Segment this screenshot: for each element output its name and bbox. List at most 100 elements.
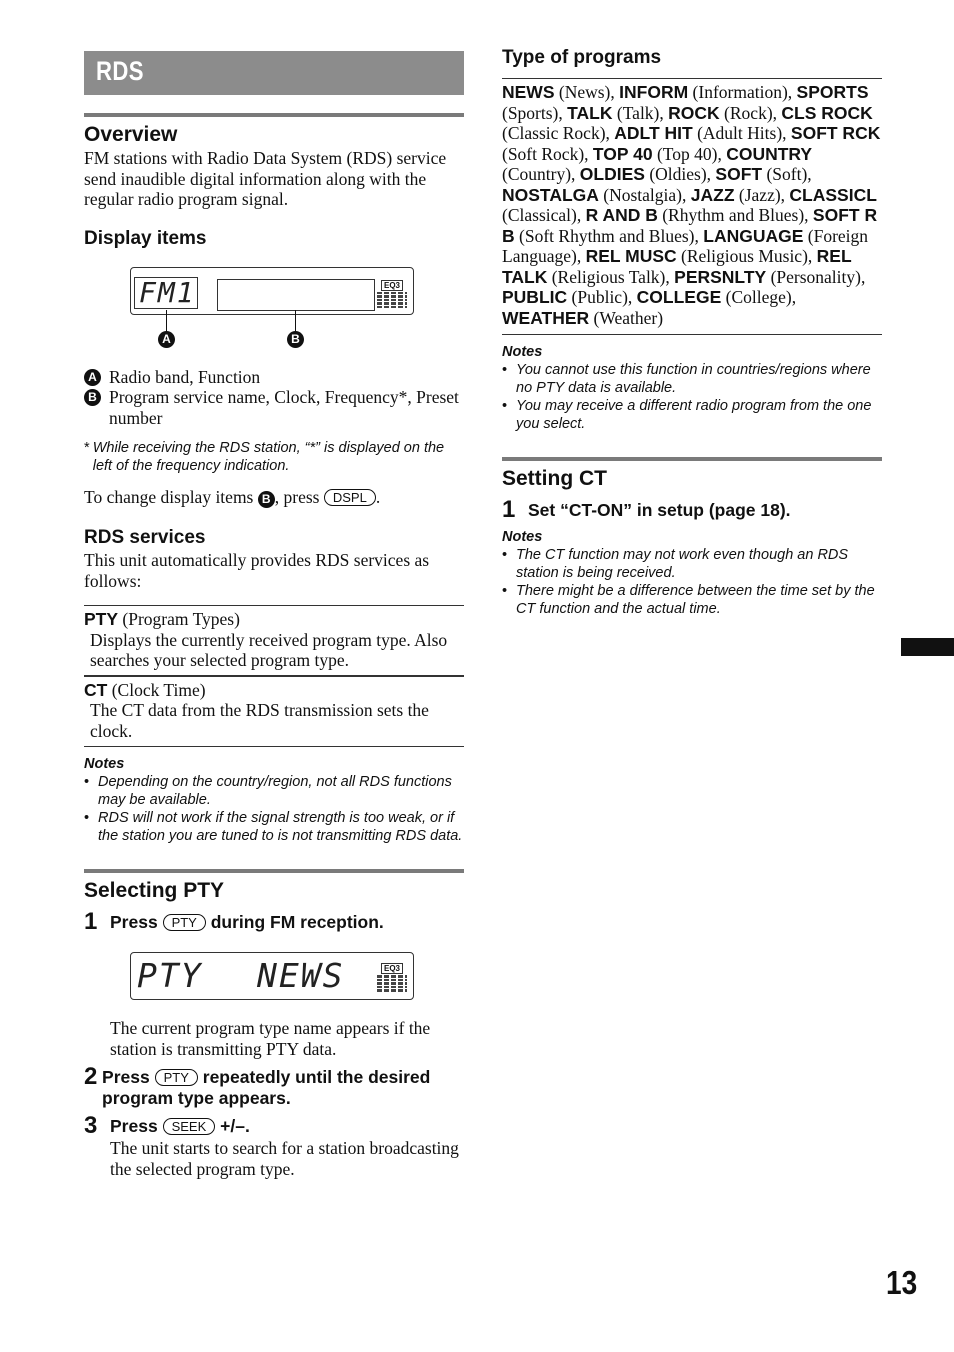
note-item: You may receive a different radio progra… xyxy=(502,397,882,433)
footnote-text: While receiving the RDS station, “*” is … xyxy=(92,440,445,474)
program-code: CLS ROCK xyxy=(781,102,873,123)
step-3: 3 Press SEEK +/–. xyxy=(84,1114,464,1138)
callout-marker-a: A xyxy=(158,330,175,348)
step-text: Set “CT-ON” in setup (page 18). xyxy=(528,500,791,520)
step-text: Press PTY during FM reception. xyxy=(110,912,384,932)
overview-heading: Overview xyxy=(84,123,178,146)
left-column: RDS Overview FM stations with Radio Data… xyxy=(84,51,464,1179)
program-code: OLDIES xyxy=(579,164,645,184)
selecting-pty-heading: Selecting PTY xyxy=(84,879,225,902)
program-name: (Country), xyxy=(502,164,576,184)
program-code: COUNTRY xyxy=(726,143,813,164)
service-desc: Displays the currently received program … xyxy=(90,629,448,671)
rds-notes: Notes Depending on the country/region, n… xyxy=(84,755,464,845)
program-name: (Adult Hits), xyxy=(697,123,787,143)
service-name: (Clock Time) xyxy=(111,679,206,700)
program-code: ROCK xyxy=(668,102,720,123)
rds-services-intro: This unit automatically provides RDS ser… xyxy=(84,550,430,591)
program-code: SOFT xyxy=(715,164,763,184)
program-type-segment-text: NEWS xyxy=(257,956,345,995)
rds-services-heading: RDS services xyxy=(84,527,206,548)
callout-text: Program service name, Clock, Frequency*,… xyxy=(109,387,459,428)
program-name: (Top 40), xyxy=(656,143,722,164)
notes-title: Notes xyxy=(502,344,543,360)
service-code: PTY xyxy=(84,609,119,629)
program-name: (Weather) xyxy=(593,307,664,328)
callout-item: B Program service name, Clock, Frequency… xyxy=(84,387,464,428)
program-code: NEWS xyxy=(502,82,555,102)
program-name: (News), xyxy=(558,82,615,102)
callout-marker-b-inline: B xyxy=(257,491,275,508)
pty-key: PTY xyxy=(154,1069,198,1086)
program-code: INFORM xyxy=(619,82,689,102)
lcd-panel: FM1 EQ3 xyxy=(130,266,414,315)
program-code: WEATHER xyxy=(502,307,590,328)
step-text: Press PTY repeatedly until the desired p… xyxy=(102,1067,431,1108)
chapter-title: RDS xyxy=(96,56,144,86)
program-code: ADLT HIT xyxy=(614,123,693,143)
note-item: RDS will not work if the signal strength… xyxy=(84,809,464,845)
program-code: NOSTALGA xyxy=(502,184,599,205)
section-divider xyxy=(502,457,882,461)
display-items-heading: Display items xyxy=(84,227,207,249)
program-name: (Oldies), xyxy=(649,164,712,184)
eq-indicator: EQ3 xyxy=(377,279,407,310)
chapter-side-tab xyxy=(901,638,954,656)
program-code: PERSNLTY xyxy=(674,266,767,287)
program-name: (Jazz), xyxy=(738,184,786,205)
program-name: (Personality), xyxy=(770,266,866,287)
program-name: (Nostalgia), xyxy=(603,184,687,205)
step-number: 2 xyxy=(84,1063,98,1090)
notes-title: Notes xyxy=(84,756,125,772)
callout-item: A Radio band, Function xyxy=(84,367,464,388)
step-number: 1 xyxy=(502,496,516,523)
callout-marker-a-legend: A xyxy=(84,368,101,386)
program-type-list: NEWS (News), INFORM (Information), SPORT… xyxy=(502,78,882,335)
program-name: (Religious Music), xyxy=(681,246,813,266)
service-item-pty: PTY (Program Types) Displays the current… xyxy=(84,605,464,675)
dspl-key: DSPL xyxy=(323,489,376,506)
program-code: SOFT RCK xyxy=(790,123,881,143)
program-name: (Soft), xyxy=(766,164,812,184)
note-item: You cannot use this function in countrie… xyxy=(502,361,882,397)
callout-marker-b-legend: B xyxy=(84,389,101,406)
service-desc: The CT data from the RDS transmission se… xyxy=(90,700,429,741)
change-display-instruction: To change display items B, press DSPL. xyxy=(84,487,381,508)
footnote-mark: * xyxy=(84,440,90,456)
right-column: Type of programs NEWS (News), INFORM (In… xyxy=(502,44,882,618)
setting-ct-heading: Setting CT xyxy=(502,467,607,490)
program-code: SPORTS xyxy=(796,82,869,102)
program-name: (Sports), xyxy=(502,102,563,123)
note-item: Depending on the country/region, not all… xyxy=(84,773,464,809)
callout-marker-b: B xyxy=(287,330,304,348)
program-code: PUBLIC xyxy=(502,287,568,307)
service-code: CT xyxy=(84,679,108,700)
notes-title: Notes xyxy=(502,529,543,545)
pty-notes: Notes You cannot use this function in co… xyxy=(502,343,882,433)
step-3-body: The unit starts to search for a station … xyxy=(110,1138,459,1179)
program-code: JAZZ xyxy=(690,184,735,205)
step-text: Press SEEK +/–. xyxy=(110,1116,250,1136)
program-code: TALK xyxy=(567,102,613,123)
pty-lcd-panel: PTY NEWS EQ3 xyxy=(130,952,414,1000)
section-divider xyxy=(84,869,464,873)
program-name: (Public), xyxy=(571,287,633,307)
program-type-paragraph: NEWS (News), INFORM (Information), SPORT… xyxy=(502,82,882,328)
program-name: (Rhythm and Blues), xyxy=(662,205,809,225)
program-name: (Classic Rock), xyxy=(502,123,610,143)
type-of-programs-heading: Type of programs xyxy=(502,47,662,68)
ct-notes: Notes The CT function may not work even … xyxy=(502,528,882,618)
seek-key: SEEK xyxy=(162,1118,216,1135)
program-name: (Religious Talk), xyxy=(551,266,670,287)
callout-line-a xyxy=(166,309,167,332)
section-divider xyxy=(84,113,464,117)
display-figure: FM1 EQ3 A B xyxy=(84,266,464,361)
note-item: There might be a difference between the … xyxy=(502,582,882,618)
page-number: 13 xyxy=(886,1264,918,1301)
program-name: (Classical), xyxy=(502,205,582,225)
footnote: * While receiving the RDS station, “*” i… xyxy=(84,439,464,475)
band-segment-text: FM1 xyxy=(139,275,196,309)
eq-indicator: EQ3 xyxy=(377,963,407,993)
eq-label: EQ3 xyxy=(381,279,403,291)
chapter-header: RDS xyxy=(84,51,464,95)
